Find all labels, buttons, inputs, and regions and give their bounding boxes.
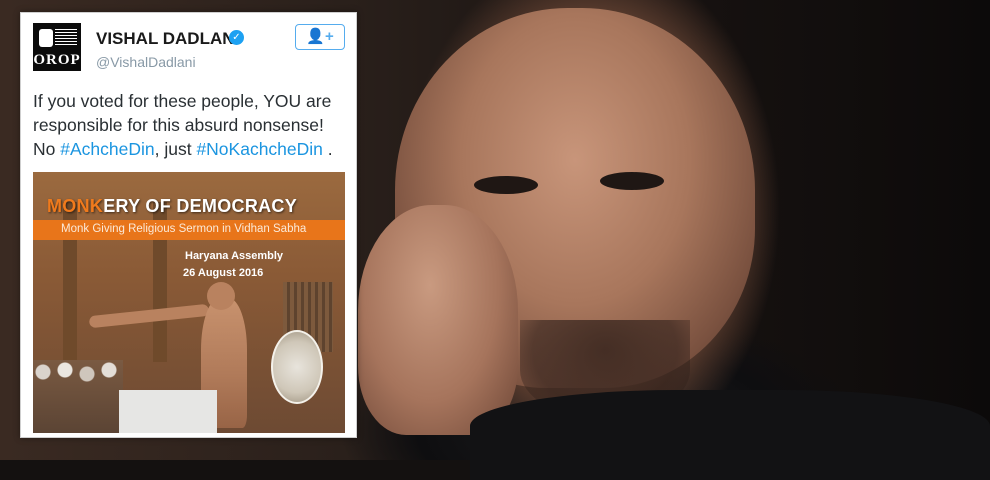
avatar-logo-text: OROP [33,52,81,68]
monk-arm [88,303,210,329]
fist-on-cheek [358,205,518,435]
podium [119,390,217,433]
left-eye [474,176,538,194]
image-date: 26 August 2016 [183,267,264,279]
tweet-card: OROP VISHAL DADLANI ✓ @VishalDadlani 👤+ … [20,12,357,438]
tweet-text-part2: , just [154,139,197,159]
avatar-text-lines [55,29,77,47]
tweet-text-part3: . [322,139,333,159]
image-title-prefix: MONK [47,196,104,216]
fist-icon [39,29,53,47]
user-handle[interactable]: @VishalDadlani [96,54,196,70]
black-shirt [470,390,990,480]
add-user-icon: 👤+ [306,28,334,45]
avatar[interactable]: OROP [33,23,81,71]
monk-head [207,282,235,310]
image-title: MONKERY OF DEMOCRACY [47,196,297,217]
image-subtitle: Monk Giving Religious Sermon in Vidhan S… [61,223,307,235]
display-name[interactable]: VISHAL DADLANI [96,29,239,49]
image-title-rest: ERY OF DEMOCRACY [103,196,298,216]
verified-badge-icon: ✓ [229,30,244,45]
hashtag-achchedin[interactable]: #AchcheDin [60,139,154,159]
follow-button[interactable]: 👤+ [295,24,345,50]
hashtag-nokachchedin[interactable]: #NoKachcheDin [196,139,322,159]
tweet-text: If you voted for these people, YOU are r… [33,89,351,161]
image-assembly-label: Haryana Assembly [185,250,284,262]
tweet-media-image[interactable]: MONKERY OF DEMOCRACY Monk Giving Religio… [33,172,345,433]
ornamental-wheel [271,330,323,404]
audience [33,360,123,433]
right-eye [600,172,664,190]
